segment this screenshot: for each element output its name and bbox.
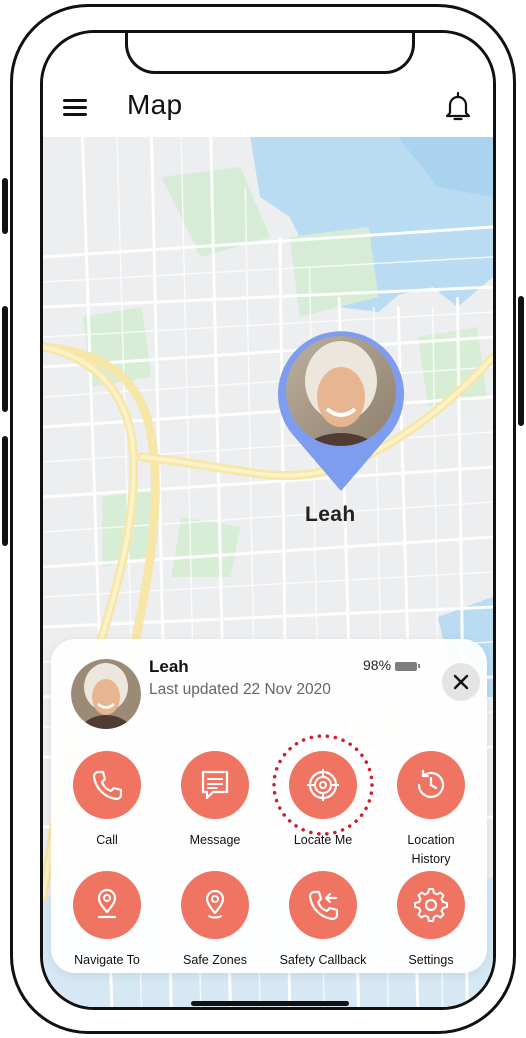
avatar: [71, 659, 141, 729]
label-line-1: Location: [407, 833, 455, 847]
action-label: Settings: [408, 953, 454, 967]
highlight-ring: [272, 734, 374, 836]
location-history-button[interactable]: [397, 751, 465, 819]
label-line-2: History: [411, 852, 451, 866]
locate-me-button[interactable]: [272, 734, 374, 836]
action-locate-me[interactable]: Locate Me: [269, 734, 377, 850]
side-button-mute: [2, 178, 8, 234]
action-label: Navigate To: [74, 953, 140, 967]
action-label: Call: [96, 833, 118, 847]
navigate-pin-icon: [97, 888, 117, 919]
action-label: Safe Zones: [183, 953, 247, 967]
notch: [125, 33, 415, 74]
user-location-marker[interactable]: [275, 325, 407, 495]
safe-zones-button[interactable]: [181, 871, 249, 939]
call-button[interactable]: [73, 751, 141, 819]
action-label: Safety Callback: [279, 953, 367, 967]
navigate-to-button[interactable]: [73, 871, 141, 939]
action-label: Message: [189, 833, 241, 847]
person-name: Leah: [149, 657, 189, 676]
hamburger-menu-icon[interactable]: [63, 99, 87, 116]
battery-icon: [395, 661, 421, 671]
last-updated-text: Last updated 22 Nov 2020: [149, 681, 331, 698]
battery-status: 98%: [363, 657, 421, 673]
action-message[interactable]: Message: [161, 751, 269, 850]
person-detail-card: Leah 98% Last updated 22 Nov 2020 Call M…: [51, 639, 487, 973]
phone-screen: Map Leah Leah 98% Last updated 22 Nov 20…: [40, 30, 496, 1010]
close-icon: [453, 674, 469, 690]
settings-button[interactable]: [397, 871, 465, 939]
marker-name-label: Leah: [305, 503, 356, 526]
close-button[interactable]: [442, 663, 480, 701]
history-clock-icon: [417, 769, 445, 798]
phone-icon: [92, 770, 123, 801]
action-location-history[interactable]: Location History: [377, 751, 485, 869]
message-icon: [201, 770, 229, 800]
page-title: Map: [127, 89, 183, 120]
safety-callback-button[interactable]: [289, 871, 357, 939]
action-label: Location History: [377, 831, 485, 869]
side-button-volume-up: [2, 306, 8, 412]
battery-percent: 98%: [363, 657, 392, 673]
action-safety-callback[interactable]: Safety Callback: [269, 871, 377, 970]
action-settings[interactable]: Settings: [377, 871, 485, 970]
action-call[interactable]: Call: [53, 751, 161, 850]
bell-icon[interactable]: [443, 89, 473, 123]
callback-phone-icon: [308, 890, 339, 921]
location-pin-icon: [205, 889, 225, 919]
gear-icon: [414, 888, 448, 922]
home-indicator: [191, 1001, 349, 1006]
side-button-power: [518, 296, 524, 426]
message-button[interactable]: [181, 751, 249, 819]
action-safe-zones[interactable]: Safe Zones: [161, 871, 269, 970]
side-button-volume-down: [2, 436, 8, 546]
action-navigate-to[interactable]: Navigate To: [53, 871, 161, 970]
